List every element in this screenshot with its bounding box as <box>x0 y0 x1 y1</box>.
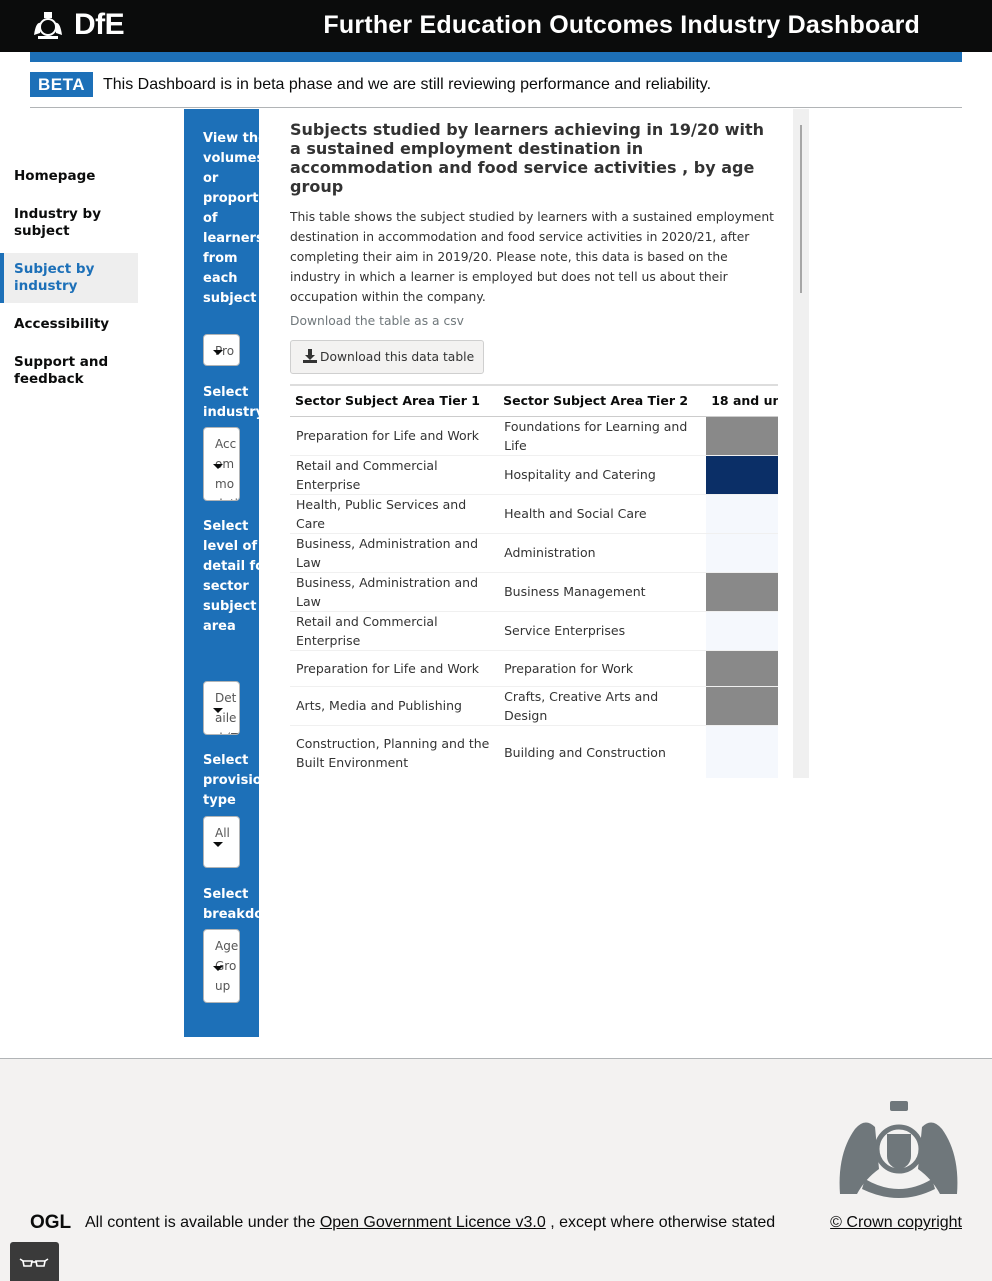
value-cell <box>706 493 778 533</box>
data-table-container: Sector Subject Area Tier 1 Sector Subjec… <box>290 384 778 778</box>
chevron-down-icon <box>213 842 223 847</box>
dfe-logo[interactable]: DfE <box>74 8 125 42</box>
table-row: Preparation for Life and Work Preparation… <box>290 649 778 686</box>
table-row: Retail and Commercial Enterprise Service … <box>290 610 778 650</box>
download-table-button[interactable]: Download this data table <box>290 340 484 374</box>
tier1-cell: Construction, Planning and the Built Env… <box>290 724 499 778</box>
open-government-licence-link[interactable]: Open Government Licence v3.0 <box>320 1214 546 1231</box>
tier2-cell: Crafts, Creative Arts and Design <box>498 685 707 725</box>
site-header: DfE Further Education Outcomes Industry … <box>0 0 992 52</box>
chevron-down-icon <box>213 464 223 469</box>
breakdown-filter-label: Select breakdown <box>203 887 259 922</box>
royal-crest-icon <box>34 12 62 39</box>
tier1-cell: Arts, Media and Publishing <box>290 685 499 725</box>
table-row: Health, Public Services and Care Health a… <box>290 493 778 533</box>
value-cell <box>706 454 778 494</box>
tier1-cell: Retail and Commercial Enterprise <box>290 454 499 494</box>
provision-filter-label: Select provision type <box>203 753 259 808</box>
value-cell <box>706 649 778 686</box>
column-header-age[interactable]: 18 and under <box>706 386 778 417</box>
tier2-cell: Hospitality and Catering <box>498 454 707 494</box>
scrollbar-thumb[interactable] <box>800 125 802 293</box>
beta-badge: BETA <box>30 72 93 97</box>
chevron-down-icon <box>213 966 223 971</box>
nav-item-homepage[interactable]: Homepage <box>0 160 138 193</box>
nav-item-industry-by-subject[interactable]: Industry by subject <box>0 198 138 248</box>
value-cell <box>706 571 778 611</box>
table-title: Subjects studied by learners achieving i… <box>290 120 765 196</box>
tier2-cell: Business Management <box>498 571 707 611</box>
site-footer: OGL All content is available under the O… <box>0 1058 992 1281</box>
table-row: Retail and Commercial Enterprise Hospital… <box>290 454 778 494</box>
view-select[interactable]: Proportions <box>203 334 240 366</box>
nav-item-support-and-feedback[interactable]: Support and feedback <box>0 346 138 396</box>
value-cell <box>706 415 778 455</box>
crown-copyright-link[interactable]: © Crown copyright <box>830 1213 962 1232</box>
column-header-tier1[interactable]: Sector Subject Area Tier 1 <box>290 386 499 417</box>
level-select[interactable]: Detailed (Tier 2) <box>203 681 240 735</box>
column-header-tier2[interactable]: Sector Subject Area Tier 2 <box>498 386 707 417</box>
tier1-cell: Business, Administration and Law <box>290 532 499 572</box>
tier1-cell: Preparation for Life and Work <box>290 415 499 455</box>
table-row: Arts, Media and Publishing Crafts, Creati… <box>290 685 778 725</box>
value-cell <box>706 532 778 572</box>
table-body: Preparation for Life and Work Foundations… <box>290 415 778 778</box>
value-cell <box>706 685 778 725</box>
tier1-cell: Retail and Commercial Enterprise <box>290 610 499 650</box>
download-icon <box>303 349 317 363</box>
beta-notice: This Dashboard is in beta phase and we a… <box>103 76 712 93</box>
value-cell <box>706 724 778 778</box>
royal-coat-of-arms-icon <box>839 1101 958 1198</box>
glasses-icon <box>19 1258 49 1267</box>
tier2-cell: Service Enterprises <box>498 610 707 650</box>
tier2-cell: Foundations for Learning and Life <box>498 415 707 455</box>
nav-item-subject-by-industry[interactable]: Subject by industry <box>0 253 138 303</box>
chevron-down-icon <box>213 708 223 713</box>
tier2-cell: Building and Construction <box>498 724 707 778</box>
table-description: This table shows the subject studied by … <box>290 210 774 304</box>
value-cell <box>706 610 778 650</box>
table-row: Business, Administration and Law Administ… <box>290 532 778 572</box>
tier1-cell: Preparation for Life and Work <box>290 649 499 686</box>
scrollbar[interactable] <box>793 109 809 778</box>
nav-item-accessibility[interactable]: Accessibility <box>0 308 138 341</box>
tier1-cell: Business, Administration and Law <box>290 571 499 611</box>
download-csv-link[interactable]: Download the table as a csv <box>290 311 778 331</box>
industry-filter-label: Select industry <box>203 385 259 420</box>
tier2-cell: Health and Social Care <box>498 493 707 533</box>
chevron-down-icon <box>213 350 223 355</box>
page-title: Further Education Outcomes Industry Dash… <box>323 11 920 39</box>
provision-select[interactable]: All <box>203 816 240 868</box>
accessibility-toolbar-button[interactable] <box>10 1242 59 1281</box>
side-navigation: Homepage Industry by subject Subject by … <box>0 160 138 401</box>
table-row: Construction, Planning and the Built Env… <box>290 724 778 778</box>
filter-panel: View the volumes or proportions of learn… <box>184 109 259 1037</box>
breakdown-select[interactable]: Age Group <box>203 929 240 1003</box>
level-filter-label: Select level of detail for sector subjec… <box>203 519 259 634</box>
table-row: Business, Administration and Law Business… <box>290 571 778 611</box>
main-content: Subjects studied by learners achieving i… <box>290 115 778 778</box>
data-table: Sector Subject Area Tier 1 Sector Subjec… <box>290 386 778 778</box>
licence-statement: All content is available under the Open … <box>85 1214 776 1231</box>
tier1-cell: Health, Public Services and Care <box>290 493 499 533</box>
tier2-cell: Preparation for Work <box>498 649 707 686</box>
header-accent-bar <box>30 52 962 62</box>
svg-text:OGL: OGL <box>30 1212 72 1233</box>
view-filter-label: View the volumes or proportions of learn… <box>203 131 259 306</box>
divider <box>30 107 962 108</box>
tier2-cell: Administration <box>498 532 707 572</box>
ogl-logo-icon: OGL <box>30 1212 72 1233</box>
industry-select[interactable]: Accommodation and food service activitie… <box>203 427 240 501</box>
table-row: Preparation for Life and Work Foundations… <box>290 415 778 455</box>
